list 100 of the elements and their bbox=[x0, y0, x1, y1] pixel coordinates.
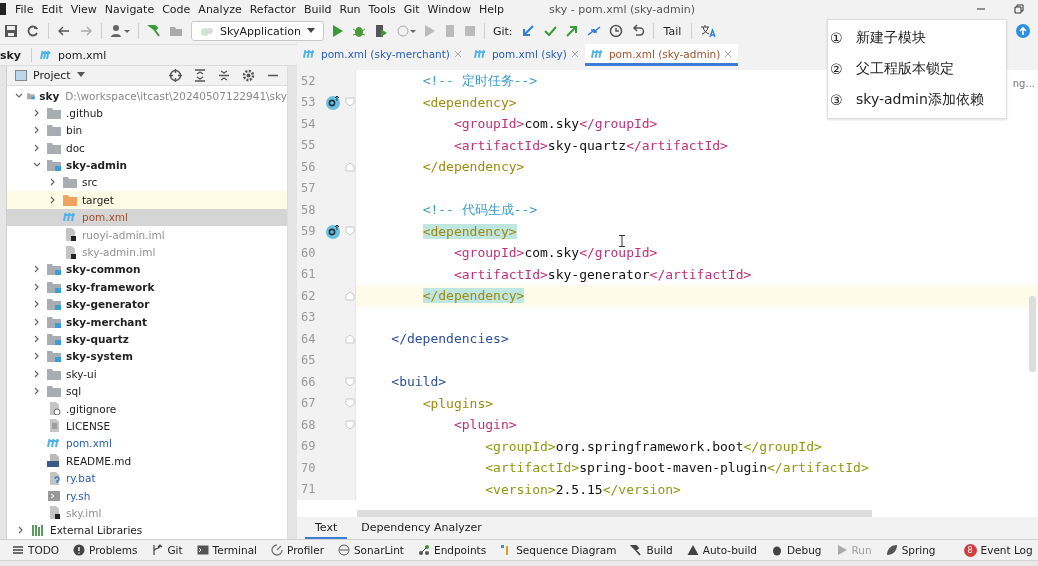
menu-item[interactable]: Refactor bbox=[248, 2, 303, 16]
tool-window-button[interactable]: Problems bbox=[73, 544, 138, 556]
fold-marker-icon[interactable] bbox=[345, 226, 355, 237]
menu-item[interactable]: View bbox=[69, 2, 104, 16]
tree-item[interactable]: .gitignore bbox=[7, 399, 287, 418]
chevron-icon[interactable] bbox=[17, 526, 25, 535]
hammer-icon[interactable] bbox=[147, 24, 161, 38]
expand-all-icon[interactable] bbox=[194, 68, 206, 82]
project-view-dropdown[interactable]: Project bbox=[33, 68, 71, 82]
menu-item[interactable]: Git bbox=[402, 2, 427, 16]
scrollbar[interactable] bbox=[357, 510, 872, 517]
undo-arrow-icon[interactable] bbox=[630, 24, 645, 38]
tool-window-button[interactable]: Terminal bbox=[196, 544, 257, 556]
tree-item[interactable]: pom.xml bbox=[7, 434, 287, 453]
tree-item[interactable]: sky-framework bbox=[7, 278, 287, 296]
tool-window-button[interactable]: Build bbox=[630, 544, 673, 556]
menu-item[interactable]: Analyze bbox=[197, 2, 249, 16]
menu-item[interactable]: Navigate bbox=[103, 2, 162, 16]
tree-item[interactable]: sky-admin bbox=[7, 156, 287, 174]
back-arrow-icon[interactable] bbox=[57, 24, 71, 38]
menu-item[interactable]: File bbox=[14, 2, 41, 16]
breadcrumb-item[interactable]: pom.xml bbox=[58, 48, 107, 62]
update-arrow-icon[interactable] bbox=[520, 24, 535, 38]
fold-marker-icon[interactable] bbox=[345, 97, 355, 108]
settings-icon[interactable] bbox=[242, 68, 255, 82]
tree-item[interactable]: LICENSE bbox=[7, 417, 287, 435]
tool-window-button[interactable]: SonarLint bbox=[337, 544, 404, 556]
tree-item[interactable]: sky-merchant bbox=[7, 312, 287, 331]
editor-mode-tab[interactable]: Dependency Analyzer bbox=[351, 517, 492, 539]
chevron-icon[interactable] bbox=[33, 108, 41, 117]
crosshair-icon[interactable] bbox=[169, 68, 182, 82]
scrollbar[interactable] bbox=[1029, 296, 1036, 372]
chevron-icon[interactable] bbox=[33, 300, 41, 309]
tool-window-button[interactable]: Profiler bbox=[271, 544, 324, 556]
fold-marker-icon[interactable] bbox=[345, 376, 355, 387]
tree-item[interactable]: sky-system bbox=[7, 347, 287, 366]
tree-item[interactable]: target bbox=[7, 191, 287, 209]
sync-icon[interactable] bbox=[26, 24, 40, 38]
menu-item[interactable]: Build bbox=[302, 2, 339, 16]
tree-item[interactable]: sky-quartz bbox=[7, 330, 287, 348]
tool-window-button[interactable]: Spring bbox=[885, 544, 936, 556]
chevron-icon[interactable] bbox=[33, 335, 41, 343]
chevron-icon[interactable] bbox=[33, 265, 41, 274]
tree-item[interactable]: sql bbox=[7, 382, 287, 400]
fold-marker-icon[interactable] bbox=[345, 333, 355, 344]
chevron-icon[interactable] bbox=[49, 195, 57, 204]
history-clock-icon[interactable] bbox=[608, 24, 623, 38]
collapse-all-icon[interactable] bbox=[218, 68, 230, 82]
chevron-icon[interactable] bbox=[33, 352, 41, 361]
chevron-icon[interactable] bbox=[33, 143, 41, 152]
menu-item[interactable]: Help bbox=[478, 2, 512, 16]
caret-icon[interactable] bbox=[76, 72, 85, 79]
chevron-icon[interactable] bbox=[49, 178, 57, 187]
editor-tab[interactable]: pom.xml (sky-merchant) bbox=[297, 44, 468, 66]
upload-arrow-icon[interactable] bbox=[1016, 24, 1030, 38]
tail-button[interactable]: Tail bbox=[661, 24, 684, 38]
tree-item[interactable]: sky-common bbox=[7, 260, 287, 279]
chevron-icon[interactable] bbox=[33, 282, 41, 291]
merge-arrows-icon[interactable] bbox=[586, 24, 601, 38]
editor-tab[interactable]: pom.xml (sky) bbox=[467, 44, 585, 66]
save-icon[interactable] bbox=[4, 24, 18, 38]
tree-item[interactable]: README.md bbox=[7, 452, 287, 470]
override-marker-icon[interactable] bbox=[325, 223, 341, 240]
tree-item[interactable]: sky D:\workspace\itcast\20240507122941\sky bbox=[7, 86, 287, 105]
checkmark-icon[interactable] bbox=[542, 24, 557, 38]
tool-window-button[interactable]: TODO bbox=[12, 544, 60, 556]
tree-item[interactable]: ry.bat bbox=[7, 469, 287, 487]
chevron-icon[interactable] bbox=[33, 317, 41, 326]
tree-item[interactable]: doc bbox=[7, 139, 287, 157]
restore-icon[interactable] bbox=[1014, 4, 1024, 14]
menu-item[interactable]: Edit bbox=[40, 2, 70, 16]
tree-item[interactable]: src bbox=[7, 173, 287, 192]
chevron-icon[interactable] bbox=[15, 91, 23, 100]
fold-marker-icon[interactable] bbox=[345, 161, 355, 172]
tool-window-button[interactable]: Auto-build bbox=[686, 544, 757, 556]
tool-window-button[interactable]: Sequence Diagram bbox=[500, 544, 617, 556]
breadcrumb-item[interactable]: sky bbox=[0, 48, 22, 62]
menu-item[interactable]: Window bbox=[426, 2, 478, 16]
chevron-icon[interactable] bbox=[33, 126, 41, 135]
tree-item[interactable]: .github bbox=[7, 104, 287, 122]
tool-window-button[interactable]: Git bbox=[151, 544, 183, 556]
chevron-icon[interactable] bbox=[33, 369, 41, 378]
event-log-button[interactable]: 8 Event Log bbox=[963, 543, 1033, 557]
scrollbar[interactable] bbox=[287, 66, 297, 539]
tool-window-button[interactable]: Debug bbox=[770, 544, 822, 556]
tree-item[interactable]: sky-generator bbox=[7, 295, 287, 313]
user-icon[interactable] bbox=[110, 24, 130, 38]
tree-item[interactable]: External Libraries bbox=[7, 521, 287, 539]
override-marker-icon[interactable] bbox=[325, 94, 341, 111]
run-icon[interactable] bbox=[331, 24, 344, 38]
fold-marker-icon[interactable] bbox=[345, 290, 355, 301]
menu-item[interactable]: Tools bbox=[367, 2, 403, 16]
push-arrow-icon[interactable] bbox=[564, 24, 579, 38]
tree-item[interactable]: ry.sh bbox=[7, 486, 287, 505]
fold-marker-icon[interactable] bbox=[345, 398, 355, 409]
bug-icon[interactable] bbox=[351, 24, 366, 38]
coverage-icon[interactable] bbox=[373, 24, 388, 38]
tool-window-button[interactable]: Endpoints bbox=[418, 544, 487, 556]
editor-tab[interactable]: pom.xml (sky-admin) bbox=[584, 44, 739, 66]
translate-icon[interactable] bbox=[700, 24, 717, 38]
